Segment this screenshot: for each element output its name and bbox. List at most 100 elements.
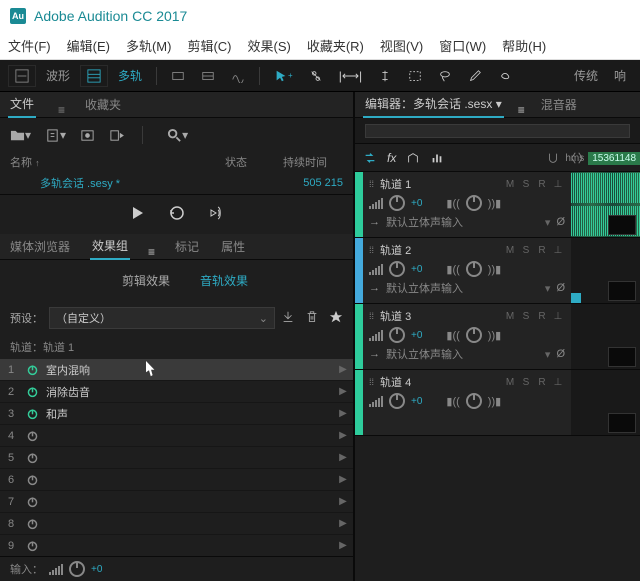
slip-tool-icon[interactable]: |⟷| <box>333 65 368 87</box>
effect-slot[interactable]: 8▶ <box>0 513 353 535</box>
effect-menu-arrow-icon[interactable]: ▶ <box>333 386 353 397</box>
effect-slot[interactable]: 2消除齿音▶ <box>0 381 353 403</box>
editor-navigator[interactable] <box>355 118 640 144</box>
track-name[interactable]: 轨道 1 <box>380 176 497 192</box>
waveform-view-label[interactable]: 波形 <box>40 65 76 87</box>
tab-effects-rack[interactable]: 效果组 <box>90 233 130 260</box>
input-menu-icon[interactable]: ▾ <box>545 282 551 295</box>
track-lane[interactable] <box>571 370 640 435</box>
record-arm-button[interactable]: R <box>535 375 549 389</box>
input-knob[interactable] <box>69 561 85 577</box>
tab-favorites[interactable]: 收藏夹 <box>83 92 123 117</box>
tab-media-browser[interactable]: 媒体浏览器 <box>8 234 72 259</box>
effect-slot[interactable]: 4▶ <box>0 425 353 447</box>
delete-preset-icon[interactable] <box>305 310 319 327</box>
effect-menu-arrow-icon[interactable]: ▶ <box>333 408 353 419</box>
lasso-tool-icon[interactable] <box>432 65 458 87</box>
input-menu-icon[interactable]: ▾ <box>545 348 551 361</box>
power-icon[interactable] <box>22 495 42 508</box>
tab-mixer[interactable]: 混音器 <box>539 92 579 117</box>
grip-icon[interactable]: ⁞⁞ <box>369 377 374 387</box>
pan-knob[interactable] <box>466 327 482 343</box>
heal-tool-icon[interactable] <box>492 65 518 87</box>
input-menu-icon[interactable]: ▾ <box>545 216 551 229</box>
marquee-tool-icon[interactable] <box>402 65 428 87</box>
effect-menu-arrow-icon[interactable]: ▶ <box>333 452 353 463</box>
monitor-button[interactable]: ⊥ <box>551 243 565 257</box>
menu-effects[interactable]: 效果(S) <box>248 36 291 55</box>
track-color-bar[interactable] <box>355 304 363 369</box>
effect-menu-arrow-icon[interactable]: ▶ <box>333 540 353 551</box>
tab-markers[interactable]: 标记 <box>173 234 201 259</box>
phase-icon[interactable]: Ø <box>556 282 565 294</box>
panel-menu-icon[interactable]: ≡ <box>58 103 65 117</box>
skip-silence-button[interactable] <box>209 205 225 224</box>
effect-slot[interactable]: 3和声▶ <box>0 403 353 425</box>
effect-slot[interactable]: 1室内混响▶ <box>0 359 353 381</box>
monitor-button[interactable]: ⊥ <box>551 309 565 323</box>
record-file-icon[interactable] <box>80 128 95 143</box>
track-name[interactable]: 轨道 4 <box>380 374 497 390</box>
preset-select[interactable]: （自定义） ⌄ <box>49 307 275 329</box>
pan-knob[interactable] <box>466 393 482 409</box>
track-input[interactable]: 默认立体声输入 <box>386 280 539 296</box>
effect-menu-arrow-icon[interactable]: ▶ <box>333 430 353 441</box>
solo-button[interactable]: S <box>519 177 533 191</box>
play-button[interactable] <box>129 205 145 224</box>
mute-button[interactable]: M <box>503 177 517 191</box>
subtab-track-effects[interactable]: 音轨效果 <box>192 268 256 293</box>
record-arm-button[interactable]: R <box>535 243 549 257</box>
effect-menu-arrow-icon[interactable]: ▶ <box>333 364 353 375</box>
workspace-label[interactable]: 传统 <box>568 65 604 87</box>
move-tool-icon[interactable]: + <box>268 65 299 87</box>
new-file-icon[interactable]: ▾ <box>45 128 66 143</box>
file-row[interactable]: 多轨会话 .sesy * 505 215 <box>0 172 353 194</box>
search-icon[interactable]: ▾ <box>167 128 188 143</box>
power-icon[interactable] <box>22 451 42 464</box>
monitor-button[interactable]: ⊥ <box>551 375 565 389</box>
mute-button[interactable]: M <box>503 375 517 389</box>
menu-multitrack[interactable]: 多轨(M) <box>126 36 172 55</box>
track-color-bar[interactable] <box>355 238 363 303</box>
track-color-bar[interactable] <box>355 370 363 435</box>
razor-tool-icon[interactable] <box>303 65 329 87</box>
tool-pitch-icon[interactable] <box>225 65 251 87</box>
save-preset-icon[interactable] <box>281 310 295 327</box>
multitrack-view-button[interactable] <box>80 65 108 87</box>
record-arm-button[interactable]: R <box>535 177 549 191</box>
track-color-bar[interactable] <box>355 172 363 237</box>
mute-button[interactable]: M <box>503 309 517 323</box>
mute-button[interactable]: M <box>503 243 517 257</box>
phase-icon[interactable]: Ø <box>556 348 565 360</box>
solo-button[interactable]: S <box>519 309 533 323</box>
track-name[interactable]: 轨道 3 <box>380 308 497 324</box>
snap-icon[interactable] <box>546 151 560 165</box>
power-icon[interactable] <box>22 363 42 376</box>
effect-menu-arrow-icon[interactable]: ▶ <box>333 518 353 529</box>
grip-icon[interactable]: ⁞⁞ <box>369 311 374 321</box>
tab-properties[interactable]: 属性 <box>219 234 247 259</box>
menu-view[interactable]: 视图(V) <box>380 36 423 55</box>
col-duration[interactable]: 持续时间 <box>283 154 343 170</box>
solo-button[interactable]: S <box>519 375 533 389</box>
insert-icon[interactable] <box>109 128 124 143</box>
phase-icon[interactable]: Ø <box>556 216 565 228</box>
effect-slot[interactable]: 9▶ <box>0 535 353 556</box>
power-icon[interactable] <box>22 407 42 420</box>
brush-tool-icon[interactable] <box>462 65 488 87</box>
tab-files[interactable]: 文件 <box>8 91 36 118</box>
col-status[interactable]: 状态 <box>225 154 275 170</box>
effect-slot[interactable]: 6▶ <box>0 469 353 491</box>
eq-icon[interactable] <box>430 151 444 165</box>
fx-panel-menu-icon[interactable]: ≡ <box>148 245 155 259</box>
track-lane[interactable] <box>571 238 640 303</box>
grip-icon[interactable]: ⁞⁞ <box>369 245 374 255</box>
fx-icon[interactable]: fx <box>387 151 396 165</box>
editor-menu-icon[interactable]: ≡ <box>518 103 525 117</box>
toggle-inputs-icon[interactable] <box>363 151 377 165</box>
volume-knob[interactable] <box>389 261 405 277</box>
workspace-extra[interactable]: 响 <box>608 65 632 87</box>
effect-slot[interactable]: 7▶ <box>0 491 353 513</box>
power-icon[interactable] <box>22 473 42 486</box>
solo-button[interactable]: S <box>519 243 533 257</box>
